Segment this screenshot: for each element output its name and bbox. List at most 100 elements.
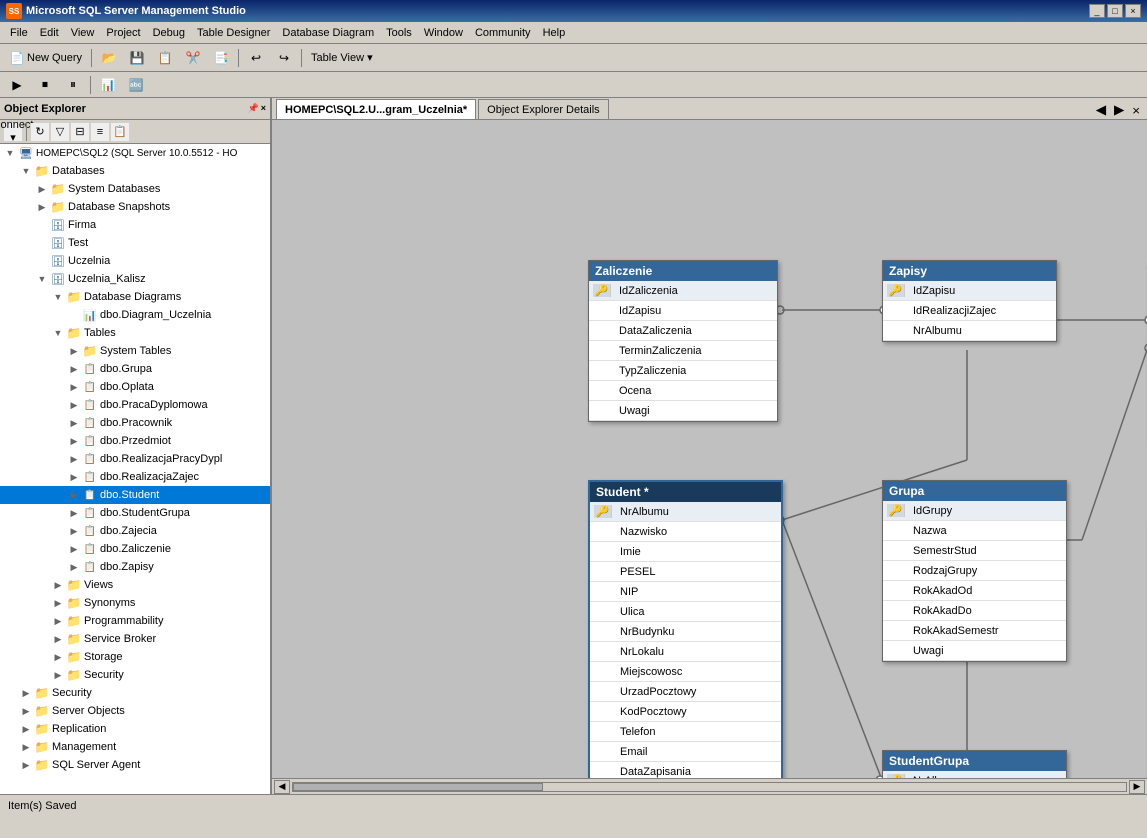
toolbar-btn-7[interactable]: ↪ <box>271 47 297 69</box>
oe-close-icon[interactable]: × <box>261 103 266 114</box>
close-button[interactable]: × <box>1125 4 1141 18</box>
tab-close[interactable]: × <box>1129 102 1143 119</box>
tab-oe-details[interactable]: Object Explorer Details <box>478 99 609 119</box>
zapisy-row-idzapisu[interactable]: 🔑 IdZapisu <box>883 281 1056 301</box>
menu-debug[interactable]: Debug <box>147 25 191 41</box>
studentgrupa-row-nralbumu[interactable]: 🔑 NrAlbumu <box>883 771 1066 778</box>
table-zapisy[interactable]: Zapisy 🔑 IdZapisu IdRealizacjiZajec NrAl… <box>882 260 1057 342</box>
tree-service-broker[interactable]: ▶ 📁 Service Broker <box>0 630 270 648</box>
tree-table-przedmiot[interactable]: ▶ 📋 dbo.Przedmiot <box>0 432 270 450</box>
tree-synonyms[interactable]: ▶ 📁 Synonyms <box>0 594 270 612</box>
tree-test[interactable]: 🗄 Test <box>0 234 270 252</box>
tree-management[interactable]: ▶ 📁 Management <box>0 738 270 756</box>
toolbar-btn-2[interactable]: 💾 <box>124 47 150 69</box>
tree-system-tables[interactable]: ▶ 📁 System Tables <box>0 342 270 360</box>
student-row-ulica[interactable]: Ulica <box>590 602 781 622</box>
table-view-dropdown[interactable]: Table View ▾ <box>306 47 378 69</box>
scroll-thumb[interactable] <box>293 783 543 791</box>
tree-table-oplata[interactable]: ▶ 📋 dbo.Oplata <box>0 378 270 396</box>
tree-table-realizacjapracydypl[interactable]: ▶ 📋 dbo.RealizacjaPracyDypl <box>0 450 270 468</box>
toolbar2-btn-2[interactable]: ⏹ <box>32 74 58 96</box>
zaliczenie-row-uwagi[interactable]: Uwagi <box>589 401 777 421</box>
toolbar-btn-5[interactable]: 📑 <box>208 47 234 69</box>
menu-view[interactable]: View <box>65 25 101 41</box>
tree-security-db[interactable]: ▶ 📁 Security <box>0 666 270 684</box>
tree-table-pracownik[interactable]: ▶ 📋 dbo.Pracownik <box>0 414 270 432</box>
tree-views[interactable]: ▶ 📁 Views <box>0 576 270 594</box>
connect-button[interactable]: Connect ▾ <box>4 123 22 141</box>
tree-diagram-uczelnia[interactable]: 📊 dbo.Diagram_Uczelnia <box>0 306 270 324</box>
menu-edit[interactable]: Edit <box>34 25 65 41</box>
oe-list-button[interactable]: ≡ <box>91 123 109 141</box>
grupa-row-idgrupy[interactable]: 🔑 IdGrupy <box>883 501 1066 521</box>
table-studentgrupa[interactable]: StudentGrupa 🔑 NrAlbumu 🔑 IdGrupy Przeds… <box>882 750 1067 778</box>
tree-replication[interactable]: ▶ 📁 Replication <box>0 720 270 738</box>
new-query-button[interactable]: 📄 New Query <box>4 47 87 69</box>
menu-project[interactable]: Project <box>100 25 146 41</box>
tree-table-zaliczenie[interactable]: ▶ 📋 dbo.Zaliczenie <box>0 540 270 558</box>
scroll-left-btn[interactable]: ◀ <box>274 780 290 794</box>
menu-tools[interactable]: Tools <box>380 25 418 41</box>
oe-tree[interactable]: ▼ 🖥 HOMEPC\SQL2 (SQL Server 10.0.5512 - … <box>0 144 270 794</box>
tree-table-student[interactable]: ▶ 📋 dbo.Student <box>0 486 270 504</box>
diagram-area[interactable]: Zaliczenie 🔑 IdZaliczenia IdZapisu DataZ… <box>272 120 1147 778</box>
student-row-nazwisko[interactable]: Nazwisko <box>590 522 781 542</box>
title-bar-controls[interactable]: _ □ × <box>1089 4 1141 18</box>
oe-details-button[interactable]: 📋 <box>111 123 129 141</box>
tab-scroll-right[interactable]: ▶ <box>1111 101 1127 119</box>
menu-window[interactable]: Window <box>418 25 469 41</box>
oe-refresh-button[interactable]: ↻ <box>31 123 49 141</box>
tree-uczelnia-kalisz[interactable]: ▼ 🗄 Uczelnia_Kalisz <box>0 270 270 288</box>
tree-security-top[interactable]: ▶ 📁 Security <box>0 684 270 702</box>
toolbar-btn-4[interactable]: ✂️ <box>180 47 206 69</box>
grupa-row-semestrstud[interactable]: SemestrStud <box>883 541 1066 561</box>
tree-db-diagrams[interactable]: ▼ 📁 Database Diagrams <box>0 288 270 306</box>
tree-programmability[interactable]: ▶ 📁 Programmability <box>0 612 270 630</box>
toolbar2-btn-3[interactable]: ⏸ <box>60 74 86 96</box>
tree-firma[interactable]: 🗄 Firma <box>0 216 270 234</box>
table-grupa[interactable]: Grupa 🔑 IdGrupy Nazwa SemestrStud <box>882 480 1067 662</box>
grupa-row-rodzajgrupy[interactable]: RodzajGrupy <box>883 561 1066 581</box>
zaliczenie-row-datazaliczenia[interactable]: DataZaliczenia <box>589 321 777 341</box>
grupa-row-rokakaddo[interactable]: RokAkadDo <box>883 601 1066 621</box>
tree-table-grupa[interactable]: ▶ 📋 dbo.Grupa <box>0 360 270 378</box>
grupa-row-nazwa[interactable]: Nazwa <box>883 521 1066 541</box>
student-row-pesel[interactable]: PESEL <box>590 562 781 582</box>
tab-scroll-left[interactable]: ◀ <box>1093 101 1109 119</box>
toolbar-btn-6[interactable]: ↩ <box>243 47 269 69</box>
student-row-urzadpocztowy[interactable]: UrzadPocztowy <box>590 682 781 702</box>
table-zaliczenie[interactable]: Zaliczenie 🔑 IdZaliczenia IdZapisu DataZ… <box>588 260 778 422</box>
menu-file[interactable]: File <box>4 25 34 41</box>
menu-table-designer[interactable]: Table Designer <box>191 25 276 41</box>
student-row-imie[interactable]: Imie <box>590 542 781 562</box>
menu-database-diagram[interactable]: Database Diagram <box>276 25 380 41</box>
table-student[interactable]: Student * 🔑 NrAlbumu Nazwisko Imie <box>588 480 783 778</box>
grupa-row-rokakadsemestr[interactable]: RokAkadSemestr <box>883 621 1066 641</box>
zaliczenie-row-idzapisu[interactable]: IdZapisu <box>589 301 777 321</box>
tree-system-dbs[interactable]: ▶ 📁 System Databases <box>0 180 270 198</box>
toolbar-btn-3[interactable]: 📋 <box>152 47 178 69</box>
student-row-miejscowosc[interactable]: Miejscowosc <box>590 662 781 682</box>
menu-help[interactable]: Help <box>537 25 572 41</box>
zaliczenie-row-idzaliczenia[interactable]: 🔑 IdZaliczenia <box>589 281 777 301</box>
oe-pin-icon[interactable]: 📌 <box>248 103 259 114</box>
zapisy-row-idrealizacjizajec[interactable]: IdRealizacjiZajec <box>883 301 1056 321</box>
minimize-button[interactable]: _ <box>1089 4 1105 18</box>
tree-table-studentgrupa[interactable]: ▶ 📋 dbo.StudentGrupa <box>0 504 270 522</box>
tree-table-pracadyplomowa[interactable]: ▶ 📋 dbo.PracaDyplomowa <box>0 396 270 414</box>
tree-table-realizacjazajec[interactable]: ▶ 📋 dbo.RealizacjaZajec <box>0 468 270 486</box>
zaliczenie-row-terminzaliczenia[interactable]: TerminZaliczenia <box>589 341 777 361</box>
grupa-row-rokakadon[interactable]: RokAkadOd <box>883 581 1066 601</box>
student-row-datazapisania[interactable]: DataZapisania <box>590 762 781 778</box>
tree-server-objects[interactable]: ▶ 📁 Server Objects <box>0 702 270 720</box>
oe-collapse-button[interactable]: ⊟ <box>71 123 89 141</box>
tree-databases[interactable]: ▼ 📁 Databases <box>0 162 270 180</box>
student-row-nralbumu[interactable]: 🔑 NrAlbumu <box>590 502 781 522</box>
student-row-nrlokalu[interactable]: NrLokalu <box>590 642 781 662</box>
student-row-nrbudynku[interactable]: NrBudynku <box>590 622 781 642</box>
tree-sql-agent[interactable]: ▶ 📁 SQL Server Agent <box>0 756 270 774</box>
tree-server[interactable]: ▼ 🖥 HOMEPC\SQL2 (SQL Server 10.0.5512 - … <box>0 144 270 162</box>
student-row-nip[interactable]: NIP <box>590 582 781 602</box>
toolbar2-btn-1[interactable]: ▶ <box>4 74 30 96</box>
zaliczenie-row-typzaliczenia[interactable]: TypZaliczenia <box>589 361 777 381</box>
